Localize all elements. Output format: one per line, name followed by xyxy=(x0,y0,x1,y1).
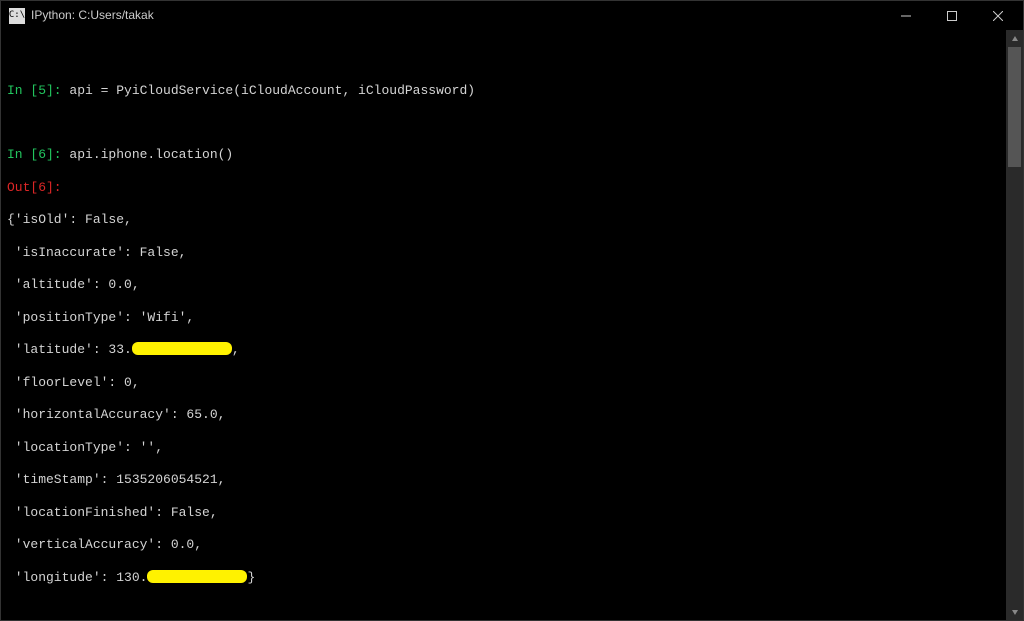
out6-l5a: 'latitude': 33. xyxy=(7,342,132,357)
out6-l2: 'isInaccurate': False, xyxy=(7,245,186,260)
out6-l12a: 'longitude': 130. xyxy=(7,570,147,585)
scroll-thumb[interactable] xyxy=(1008,47,1021,167)
out6-l10: 'locationFinished': False, xyxy=(7,505,218,520)
window-titlebar: C:\ IPython: C:Users/takak xyxy=(0,0,1024,30)
terminal-output[interactable]: In [5]: api = PyiCloudService(iCloudAcco… xyxy=(1,30,1006,620)
window-title: IPython: C:Users/takak xyxy=(31,8,154,23)
redacted-latitude-1 xyxy=(132,342,232,355)
maximize-button[interactable] xyxy=(929,1,975,31)
out6-l3: 'altitude': 0.0, xyxy=(7,277,140,292)
out6-l7: 'horizontalAccuracy': 65.0, xyxy=(7,407,225,422)
minimize-button[interactable] xyxy=(883,1,929,31)
out6-l4: 'positionType': 'Wifi', xyxy=(7,310,194,325)
app-icon: C:\ xyxy=(9,8,25,24)
redacted-longitude-1 xyxy=(147,570,247,583)
out6-l1: {'isOld': False, xyxy=(7,212,132,227)
code-line-5: api = PyiCloudService(iCloudAccount, iCl… xyxy=(62,83,475,98)
prompt-in-5: In [5]: xyxy=(7,83,62,98)
vertical-scrollbar[interactable] xyxy=(1006,30,1023,620)
out6-l9: 'timeStamp': 1535206054521, xyxy=(7,472,225,487)
out6-l8: 'locationType': '', xyxy=(7,440,163,455)
close-button[interactable] xyxy=(975,1,1021,31)
out6-l6: 'floorLevel': 0, xyxy=(7,375,140,390)
scroll-down-arrow[interactable] xyxy=(1006,603,1023,620)
prompt-in-6: In [6]: xyxy=(7,147,62,162)
out6-l11: 'verticalAccuracy': 0.0, xyxy=(7,537,202,552)
prompt-out-6: Out[6]: xyxy=(7,180,62,195)
out6-l5b: , xyxy=(232,342,240,357)
out6-l12b: } xyxy=(247,570,255,585)
code-line-6: api.iphone.location() xyxy=(62,147,234,162)
content-area: In [5]: api = PyiCloudService(iCloudAcco… xyxy=(0,30,1024,621)
scroll-up-arrow[interactable] xyxy=(1006,30,1023,47)
